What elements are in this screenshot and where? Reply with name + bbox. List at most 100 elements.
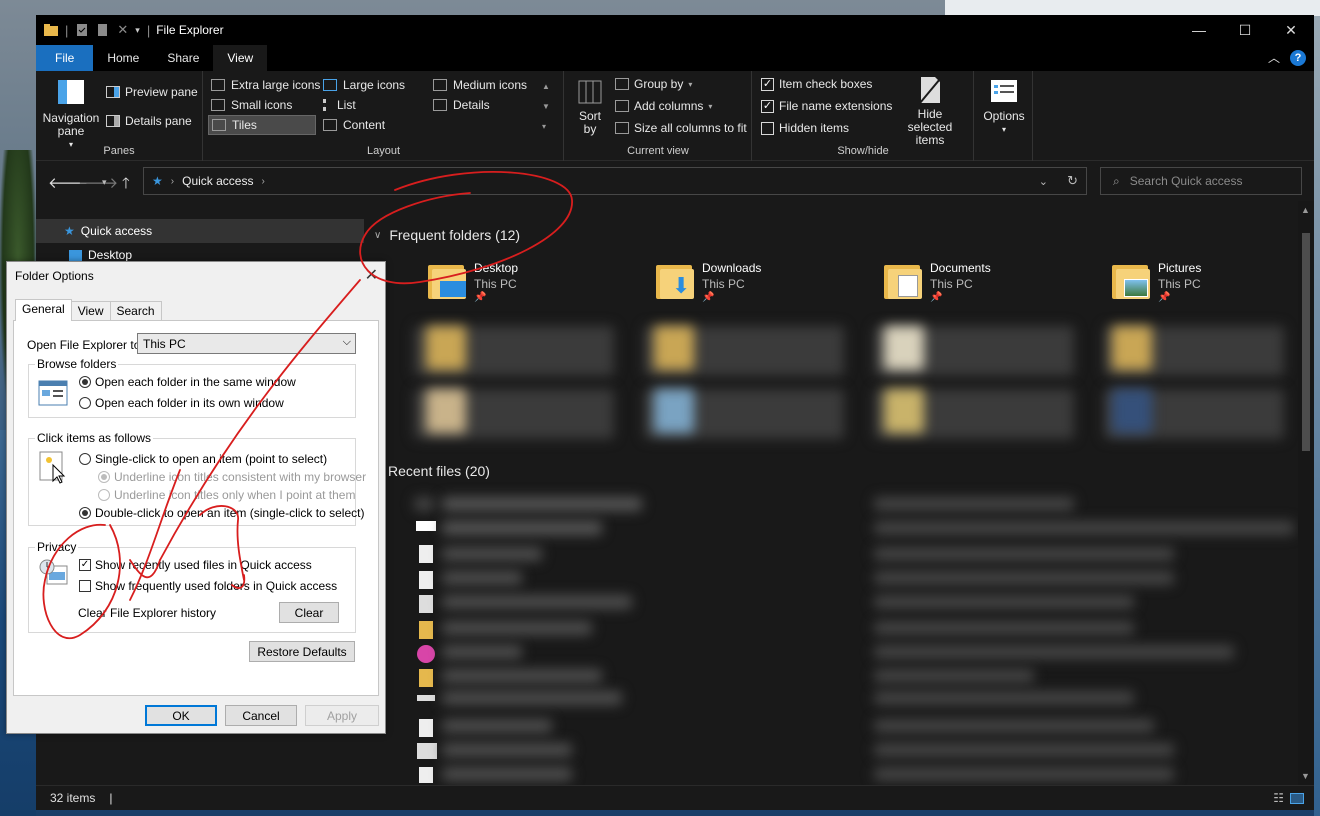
underline-browser-radio[interactable]: Underline icon titles consistent with my… [98, 470, 366, 484]
pin-icon: 📌 [702, 292, 715, 303]
up-arrow-icon[interactable]: 🡑 [122, 173, 130, 198]
radio-unselected-disabled[interactable] [98, 489, 110, 501]
nav-item-quick-access[interactable]: ★ Quick access [36, 219, 364, 243]
tab-search[interactable]: Search [109, 301, 162, 321]
properties-icon[interactable] [75, 23, 89, 37]
chevron-down-icon[interactable]: ▼ [1301, 771, 1310, 781]
checkbox-checked[interactable]: ✓ [761, 77, 774, 91]
folder-tile-downloads[interactable]: ⬇ Downloads This PC 📌 [656, 261, 761, 303]
checkbox-unchecked[interactable] [761, 121, 774, 135]
recent-files-checkbox[interactable]: ✓ Show recently used files in Quick acces… [79, 558, 312, 572]
new-file-icon[interactable] [96, 23, 110, 37]
chevron-down-icon[interactable]: ▾ [102, 177, 107, 188]
layout-scroll-arrows[interactable]: ▲ ▼ ▾ [542, 77, 550, 137]
radio-selected[interactable] [79, 507, 91, 519]
close-icon[interactable]: ✕ [117, 22, 128, 38]
vertical-scrollbar[interactable]: ▲ ▼ [1298, 201, 1314, 785]
chevron-up-icon[interactable]: ︿ [1268, 49, 1280, 66]
address-box[interactable]: ★ › Quick access › ⌄ ↻ [143, 167, 1087, 195]
chevron-right-icon[interactable]: › [171, 176, 174, 187]
options-button[interactable]: Options ▾ [979, 79, 1029, 136]
search-input[interactable]: Search Quick access [1130, 174, 1243, 188]
tab-view[interactable]: View [70, 301, 111, 321]
own-window-radio[interactable]: Open each folder in its own window [79, 396, 284, 410]
group-by-button[interactable]: Group by ▾ [615, 77, 692, 91]
breadcrumb-quick-access[interactable]: Quick access [182, 174, 253, 188]
hide-selected-items-button[interactable]: Hide selected items [893, 75, 967, 147]
layout-content[interactable]: Content [320, 115, 388, 135]
desktop-wallpaper-edge [1314, 16, 1320, 816]
details-pane-label: Details pane [125, 114, 192, 128]
hidden-items-checkbox[interactable]: Hidden items [761, 121, 849, 135]
underline-point-radio[interactable]: Underline icon titles only when I point … [98, 488, 355, 502]
open-to-select[interactable]: This PC ⌵ [137, 333, 356, 354]
layout-small-icons[interactable]: Small icons [208, 95, 295, 115]
sort-by-button[interactable]: Sort by [573, 79, 607, 136]
radio-unselected[interactable] [79, 397, 91, 409]
apply-button[interactable]: Apply [305, 705, 379, 726]
layout-label: Extra large icons [231, 78, 321, 92]
double-click-radio[interactable]: Double-click to open an item (single-cli… [79, 506, 364, 520]
item-check-boxes-checkbox[interactable]: ✓ Item check boxes [761, 77, 872, 91]
recent-files-header[interactable]: Recent files (20) [388, 463, 490, 479]
folder-icon[interactable] [44, 23, 58, 37]
tiles-view-icon[interactable] [1290, 792, 1304, 804]
privacy-group: Privacy ✓ Show recently used files in Qui… [28, 540, 356, 633]
close-button[interactable]: ✕ [1268, 15, 1314, 45]
tab-file[interactable]: File [36, 45, 94, 71]
zip-file-icon [419, 669, 433, 687]
folder-tile-documents[interactable]: Documents This PC 📌 [884, 261, 991, 303]
layout-medium-icons[interactable]: Medium icons [430, 75, 530, 95]
size-all-columns-button[interactable]: Size all columns to fit [615, 121, 747, 135]
tab-general[interactable]: General [15, 299, 72, 321]
radio-selected[interactable] [79, 376, 91, 388]
radio-unselected[interactable] [79, 453, 91, 465]
folder-tile-desktop[interactable]: Desktop This PC 📌 [428, 261, 518, 303]
add-columns-button[interactable]: Add columns ▾ [615, 99, 712, 113]
minimize-button[interactable]: — [1176, 15, 1222, 45]
refresh-icon[interactable]: ↻ [1067, 173, 1078, 189]
chevron-down-icon[interactable]: ▾ [135, 25, 140, 36]
star-icon: ★ [64, 224, 75, 238]
file-name-extensions-checkbox[interactable]: ✓ File name extensions [761, 99, 892, 113]
tab-view[interactable]: View [213, 45, 268, 71]
tab-home[interactable]: Home [93, 45, 153, 71]
help-icon[interactable]: ? [1290, 49, 1306, 66]
clear-button[interactable]: Clear [279, 602, 339, 623]
close-button[interactable]: ✕ [365, 265, 378, 285]
forward-arrow-icon[interactable]: 🡒 [78, 173, 118, 192]
chevron-down-icon[interactable]: ⌄ [1039, 175, 1048, 188]
folder-options-dialog: Folder Options ✕ General View Search Ope… [6, 261, 386, 734]
chevron-up-icon[interactable]: ▲ [1301, 205, 1310, 215]
address-bar-area: 🡐 🡒 ▾ 🡑 ★ › Quick access › ⌄ ↻ ⌕ Search … [36, 161, 1314, 201]
same-window-radio[interactable]: Open each folder in the same window [79, 375, 296, 389]
checkbox-checked[interactable]: ✓ [79, 559, 91, 571]
chevron-right-icon[interactable]: › [261, 176, 264, 187]
sort-by-icon [578, 80, 602, 104]
radio-selected-disabled[interactable] [98, 471, 110, 483]
radio-label: Single-click to open an item (point to s… [95, 452, 328, 466]
cancel-button[interactable]: Cancel [225, 705, 297, 726]
folder-tile-pictures[interactable]: Pictures This PC 📌 [1112, 261, 1201, 303]
layout-large-icons[interactable]: Large icons [320, 75, 408, 95]
details-pane-button[interactable]: Details pane [106, 114, 192, 128]
frequent-folders-checkbox[interactable]: Show frequently used folders in Quick ac… [79, 579, 337, 593]
preview-pane-button[interactable]: Preview pane [106, 85, 198, 99]
layout-list[interactable]: List [320, 95, 359, 115]
search-box[interactable]: ⌕ Search Quick access [1100, 167, 1302, 195]
maximize-button[interactable]: ☐ [1222, 15, 1268, 45]
details-view-icon[interactable]: ☷ [1273, 791, 1284, 805]
single-click-radio[interactable]: Single-click to open an item (point to s… [79, 452, 327, 466]
scrollbar-thumb[interactable] [1302, 233, 1310, 451]
layout-extra-large-icons[interactable]: Extra large icons [208, 75, 323, 95]
checkbox-checked[interactable]: ✓ [761, 99, 774, 113]
layout-details[interactable]: Details [430, 95, 493, 115]
restore-defaults-button[interactable]: Restore Defaults [249, 641, 355, 662]
frequent-folders-header[interactable]: ∨ Frequent folders (12) [374, 227, 520, 243]
layout-tiles[interactable]: Tiles [208, 115, 316, 135]
checkbox-unchecked[interactable] [79, 580, 91, 592]
tab-share[interactable]: Share [153, 45, 213, 71]
hidden-items-label: Hidden items [779, 121, 850, 135]
ok-button[interactable]: OK [145, 705, 217, 726]
navigation-pane-button[interactable]: Navigation pane ▾ [40, 79, 102, 151]
